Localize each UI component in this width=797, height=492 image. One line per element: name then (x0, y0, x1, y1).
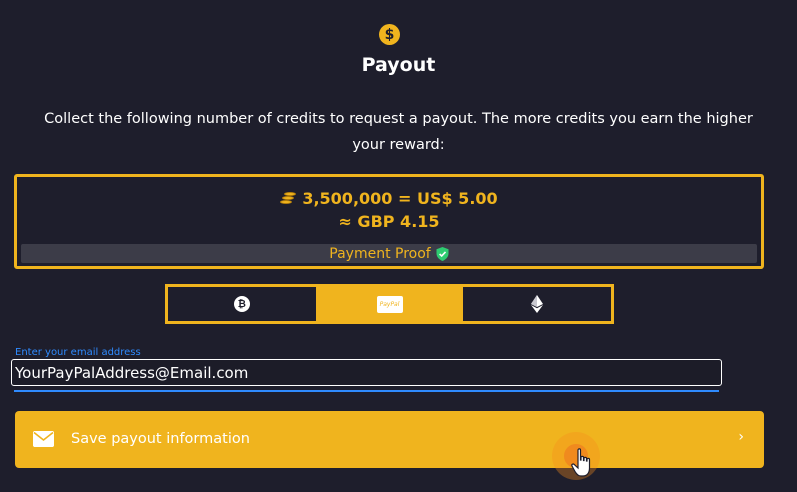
page-title: Payout (361, 54, 436, 76)
method-paypal[interactable]: PayPal (315, 287, 464, 321)
shield-check-icon (436, 246, 449, 261)
payment-proof-link[interactable]: Payment Proof (21, 244, 757, 263)
mail-icon (33, 431, 54, 447)
ethereum-icon (531, 295, 544, 313)
payment-method-selector: ₿ PayPal (165, 284, 614, 324)
save-payout-button[interactable]: Save payout information › (15, 411, 764, 468)
dollar-coin-icon: $ (379, 24, 400, 45)
chevron-right-icon: › (738, 429, 744, 445)
reward-credits-row: 3,500,000 = US$ 5.00 (17, 189, 761, 208)
save-payout-label: Save payout information (71, 431, 250, 447)
payout-page: $ Payout Collect the following number of… (0, 0, 797, 492)
hand-cursor-icon (571, 448, 591, 477)
dollar-glyph: $ (384, 26, 395, 43)
credits-conversion: 3,500,000 = US$ 5.00 (302, 189, 498, 208)
email-field[interactable] (11, 359, 722, 386)
gbp-conversion: ≈ GBP 4.15 (338, 212, 440, 231)
method-ethereum[interactable] (463, 287, 611, 321)
payment-proof-label: Payment Proof (329, 245, 431, 262)
bitcoin-icon: ₿ (233, 296, 250, 312)
payout-description: Collect the following number of credits … (44, 111, 753, 153)
reward-panel: 3,500,000 = US$ 5.00 ≈ GBP 4.15 Payment … (14, 174, 764, 269)
email-field-underline (14, 390, 719, 392)
email-field-label: Enter your email address (15, 347, 141, 358)
paypal-icon: PayPal (376, 295, 403, 313)
coins-icon (280, 191, 298, 206)
method-bitcoin[interactable]: ₿ (168, 287, 316, 321)
